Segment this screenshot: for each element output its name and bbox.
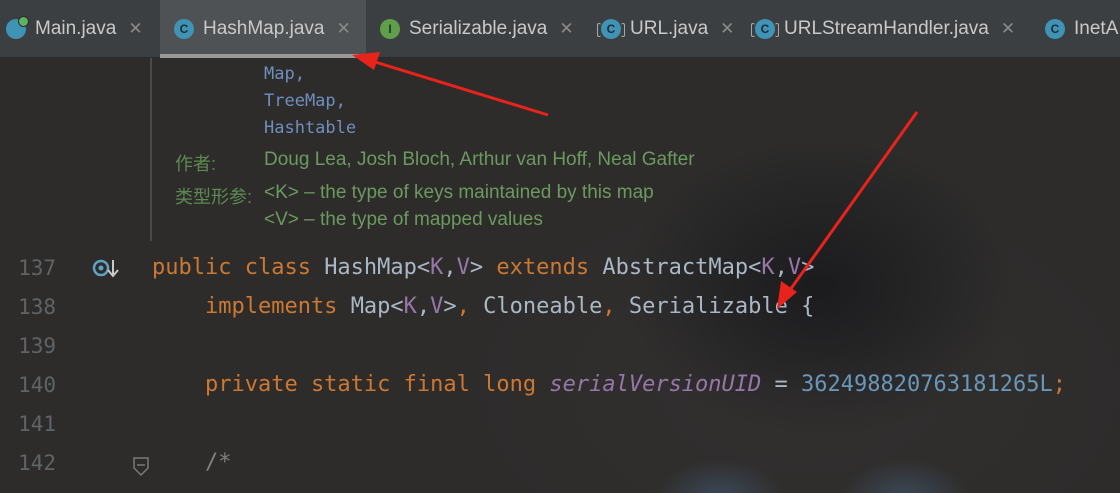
tab-label: URL.java — [630, 18, 709, 39]
code-token: K — [403, 294, 417, 319]
close-icon[interactable]: ✕ — [720, 19, 734, 39]
code-token: 362498820763181265L — [801, 372, 1053, 397]
class-lock-icon: C — [597, 19, 625, 39]
line-number: 139 — [18, 334, 56, 358]
close-icon[interactable]: ✕ — [128, 19, 142, 39]
code-token: implements — [152, 294, 351, 319]
code-token: serialVersionUID — [549, 372, 762, 397]
line-number: 137 — [18, 256, 56, 280]
code-token: /* — [152, 450, 232, 475]
class-run-icon — [6, 16, 29, 39]
line-number: 142 — [18, 451, 56, 475]
tab-label: Main.java — [35, 18, 117, 39]
code-token: Serializable { — [628, 294, 815, 319]
interface-icon: I — [380, 19, 400, 39]
doc-see-link[interactable]: Hashtable — [264, 118, 356, 138]
line-number: 138 — [18, 295, 56, 319]
code-token: > — [443, 294, 457, 319]
code-token: AbstractMap< — [602, 255, 762, 280]
code-token: K — [761, 255, 775, 280]
tab-label: URLStreamHandler.java — [784, 18, 989, 39]
code-token: V — [456, 255, 470, 280]
code-token: K — [430, 255, 444, 280]
doc-see-link[interactable]: Map, — [264, 64, 305, 84]
code-token: HashMap< — [324, 255, 431, 280]
tab-hashmap-java[interactable]: C HashMap.java ✕ — [160, 0, 366, 58]
code-token: public class — [152, 255, 325, 280]
close-icon[interactable]: ✕ — [336, 19, 350, 39]
code-token: , — [456, 294, 484, 319]
code-editor[interactable]: Map, TreeMap, Hashtable 作者: Doug Lea, Jo… — [0, 58, 1120, 493]
code-token: , — [774, 255, 788, 280]
code-token: > — [801, 255, 815, 280]
code-token: , — [416, 294, 431, 319]
code-token: Map< — [350, 294, 404, 319]
code-token: ; — [1052, 372, 1066, 397]
doc-author-label: 作者: — [175, 154, 217, 174]
tab-label: HashMap.java — [203, 18, 325, 39]
doc-comment-rail — [150, 58, 152, 241]
close-icon[interactable]: ✕ — [1001, 19, 1015, 39]
class-icon: C — [1045, 19, 1065, 39]
code-token: = — [761, 372, 802, 397]
tab-label: InetA — [1074, 18, 1119, 39]
code-line[interactable]: public class HashMap<K,V> extends Abstra… — [152, 255, 814, 280]
code-token: , — [443, 255, 457, 280]
code-line[interactable]: private static final long serialVersionU… — [152, 372, 1066, 397]
code-line[interactable]: implements Map<K,V>, Cloneable, Serializ… — [152, 294, 814, 319]
tab-label: Serializable.java — [409, 18, 548, 39]
code-token: extends — [496, 255, 603, 280]
code-token: private static final long — [152, 372, 550, 397]
code-token: V — [787, 255, 802, 280]
doc-type-param: <V> – the type of mapped values — [264, 209, 543, 230]
code-line[interactable]: /* — [152, 450, 232, 475]
tab-serializable-java[interactable]: I Serializable.java ✕ — [380, 0, 574, 58]
code-token: V — [430, 294, 444, 319]
editor-tab-bar: Main.java ✕ C HashMap.java ✕ I Serializa… — [0, 0, 1120, 58]
implementation-gutter-icon[interactable] — [92, 258, 120, 282]
close-icon[interactable]: ✕ — [559, 19, 573, 39]
line-number: 141 — [18, 412, 56, 436]
class-icon: C — [174, 19, 194, 39]
tab-ineta[interactable]: C InetA — [1045, 0, 1118, 58]
doc-author-value: Doug Lea, Josh Bloch, Arthur van Hoff, N… — [264, 149, 695, 170]
code-token: , — [602, 294, 629, 319]
doc-type-params-label: 类型形参: — [175, 187, 253, 207]
code-token: Cloneable — [483, 294, 603, 319]
code-token: > — [469, 255, 497, 280]
fold-icon[interactable] — [132, 456, 150, 478]
doc-see-link[interactable]: TreeMap, — [264, 91, 346, 111]
tab-urlstreamhandler-java[interactable]: C URLStreamHandler.java ✕ — [751, 0, 1015, 58]
tab-main-java[interactable]: Main.java ✕ — [6, 0, 143, 58]
line-number: 140 — [18, 373, 56, 397]
class-lock-icon: C — [751, 19, 779, 39]
doc-type-param: <K> – the type of keys maintained by thi… — [264, 182, 654, 203]
tab-url-java[interactable]: C URL.java ✕ — [597, 0, 734, 58]
